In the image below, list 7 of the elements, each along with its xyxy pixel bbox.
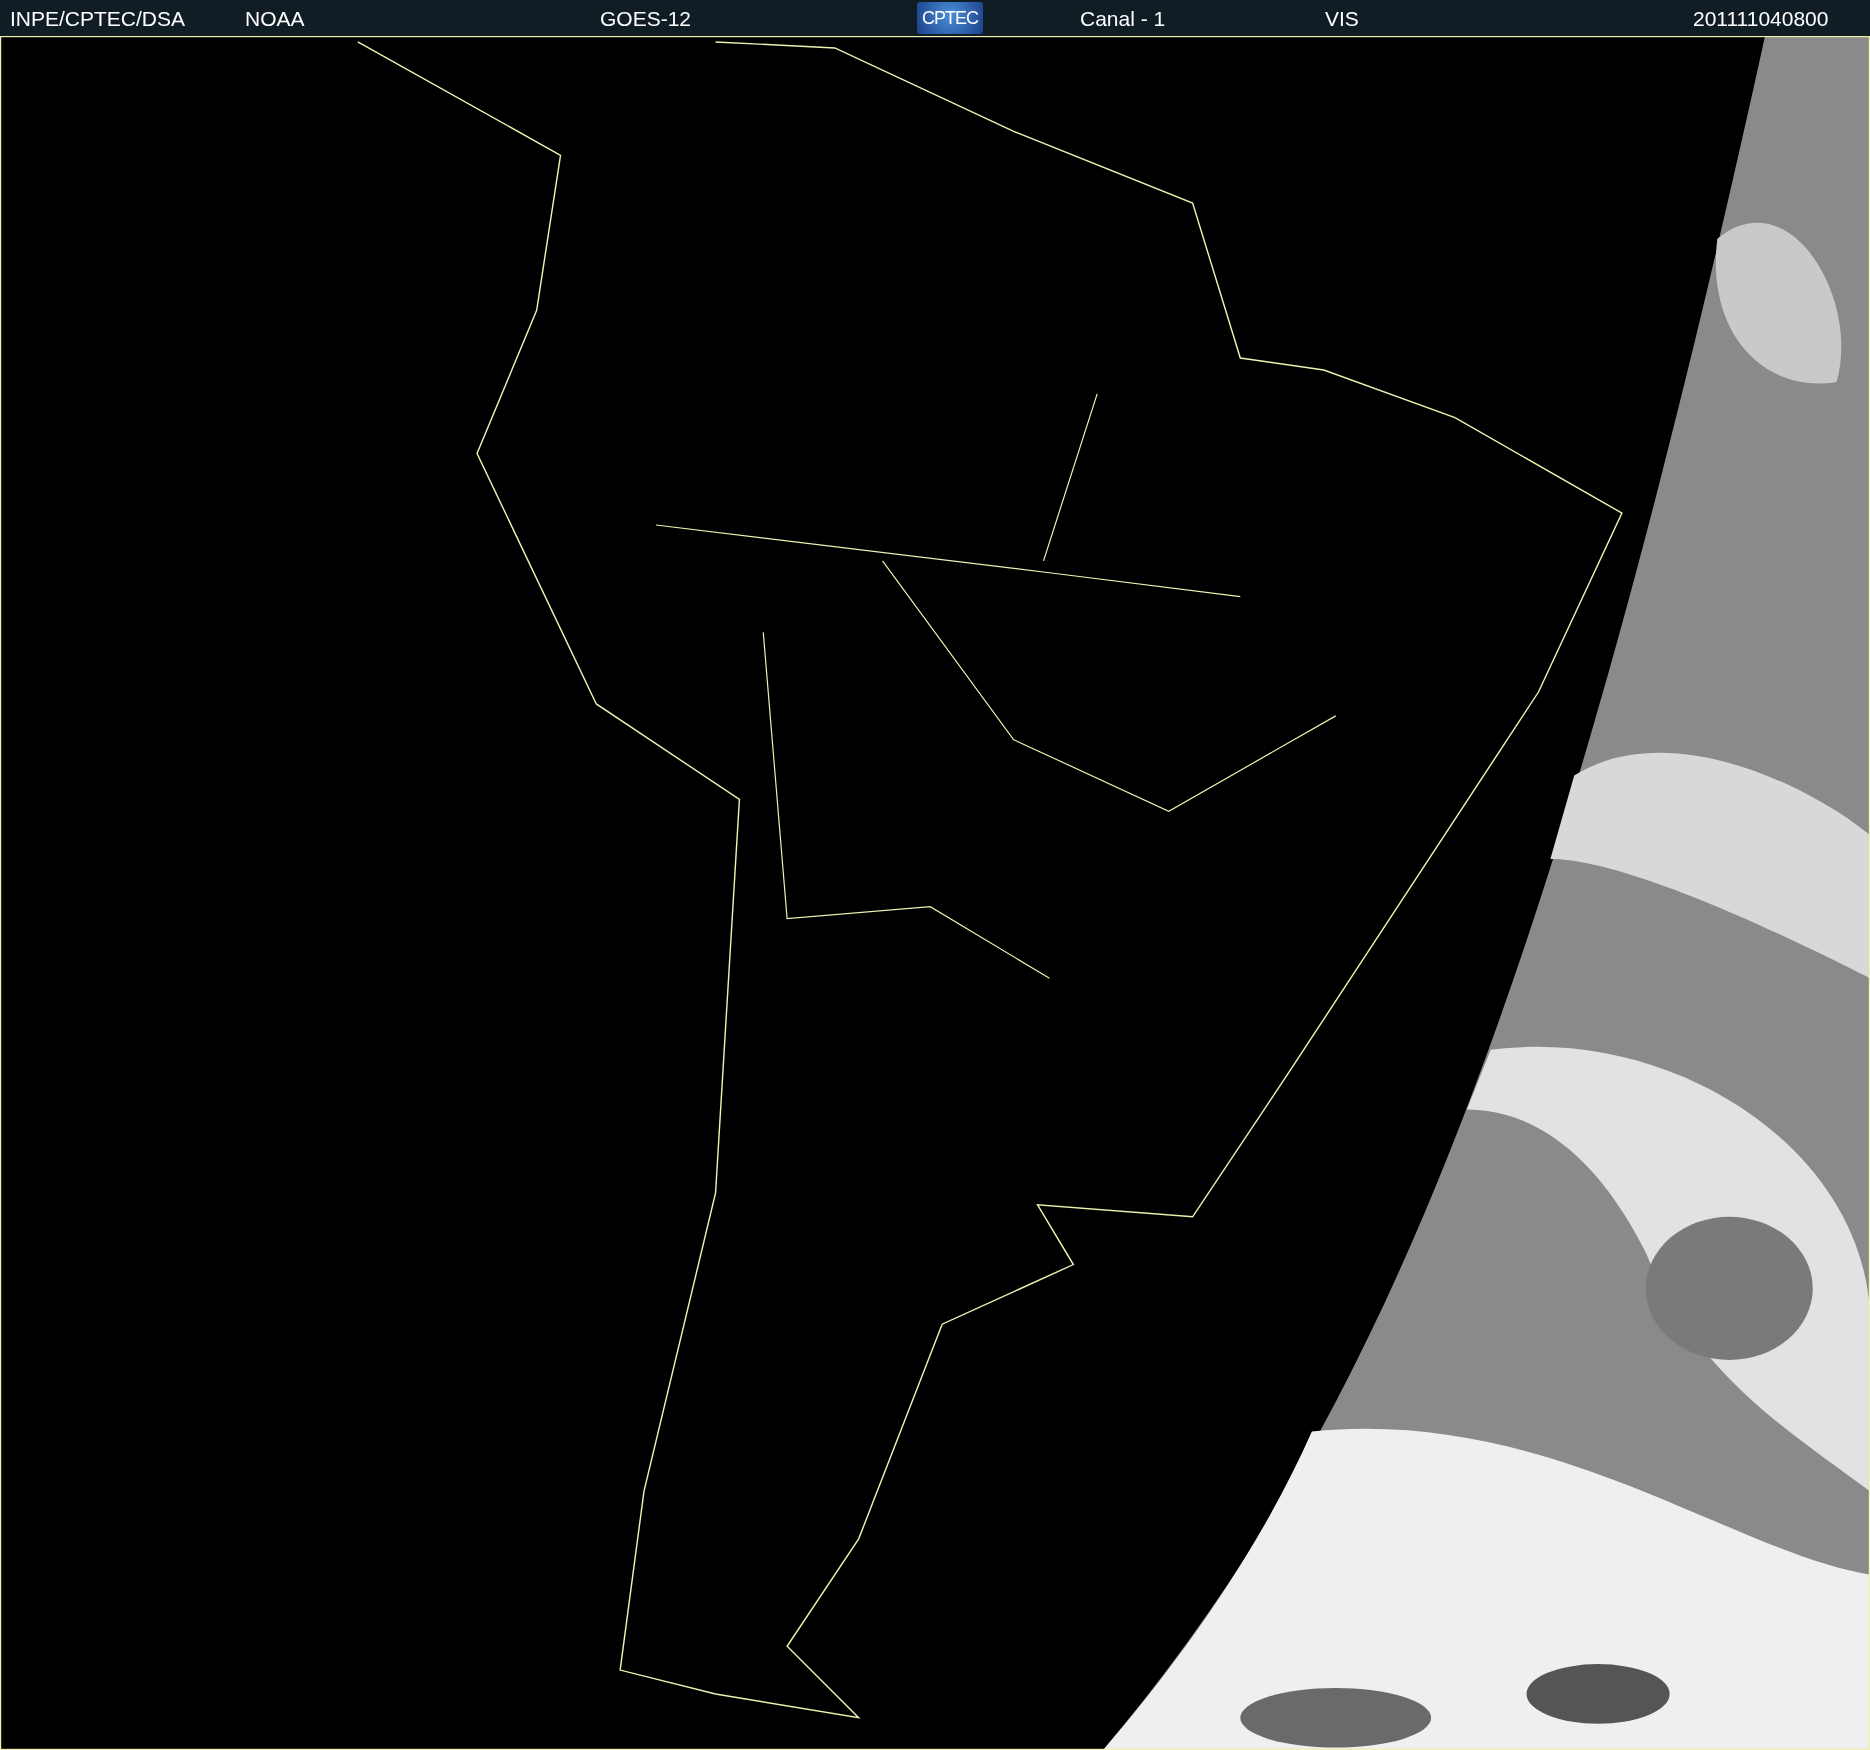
header-label: VIS bbox=[1325, 7, 1359, 31]
header-label: NOAA bbox=[245, 7, 305, 31]
logo: CPTEC bbox=[917, 2, 983, 34]
header-label: 201111040800 bbox=[1693, 7, 1829, 31]
header-label: INPE/CPTEC/DSA bbox=[10, 7, 186, 31]
header-label: GOES-12 bbox=[600, 7, 692, 31]
header-label: Canal - 1 bbox=[1080, 7, 1166, 31]
